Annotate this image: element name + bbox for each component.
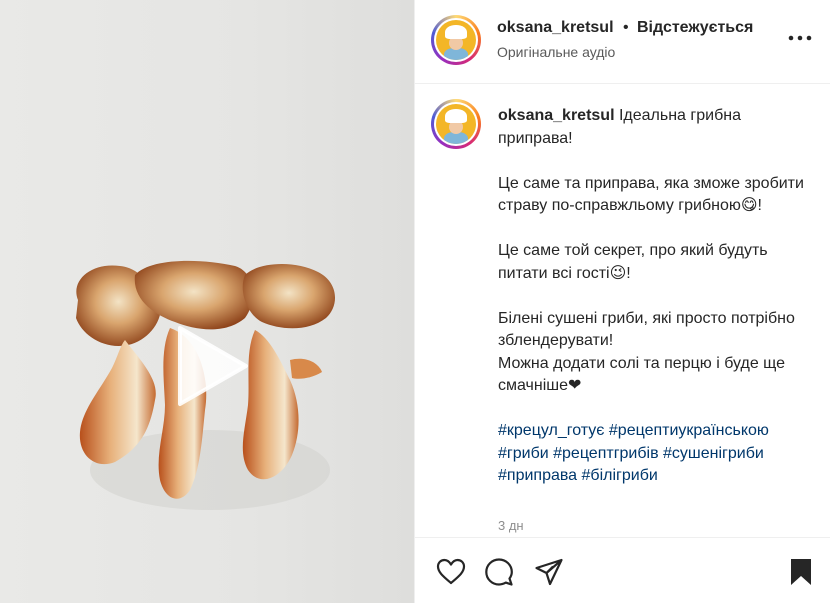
- caption-hashtags[interactable]: #крецул_готує #рецептиукраїнською #гриби…: [498, 420, 816, 488]
- caption-username[interactable]: oksana_kretsul: [498, 107, 615, 124]
- save-button[interactable]: [785, 556, 817, 588]
- post-media[interactable]: [0, 0, 414, 603]
- heart-icon: [436, 558, 466, 585]
- caption-paragraph-2: Це саме та приправа, яка зможе зробити с…: [498, 174, 804, 215]
- caption-paragraph-4a: Білені сушені гриби, які просто потрібно…: [498, 309, 795, 350]
- comment-button[interactable]: [483, 556, 515, 588]
- play-icon: [178, 326, 248, 406]
- separator-dot: •: [623, 19, 629, 36]
- comment-icon: [485, 558, 513, 586]
- avatar-image: [436, 104, 476, 144]
- share-icon: [535, 558, 563, 586]
- post-panel: oksana_kretsul • Відстежується Оригіналь…: [414, 0, 830, 603]
- share-button[interactable]: [533, 556, 565, 588]
- following-button[interactable]: Відстежується: [637, 19, 753, 37]
- play-button[interactable]: [160, 318, 256, 414]
- more-options-button[interactable]: [785, 26, 815, 50]
- author-avatar[interactable]: [431, 15, 481, 65]
- author-username[interactable]: oksana_kretsul: [497, 19, 614, 37]
- caption-paragraph-4b: Можна додати солі та перцю і буде ще сма…: [498, 354, 786, 395]
- post-caption: oksana_kretsul Ідеальна грибна приправа!…: [498, 105, 816, 488]
- action-bar: [415, 537, 830, 603]
- more-options-icon: [788, 35, 812, 41]
- caption-author-avatar[interactable]: [431, 99, 481, 149]
- like-button[interactable]: [435, 556, 467, 588]
- avatar-image: [436, 20, 476, 60]
- post-header: oksana_kretsul • Відстежується Оригіналь…: [415, 0, 830, 84]
- caption-paragraph-3: Це саме той секрет, про який будуть пита…: [498, 242, 768, 282]
- bookmark-icon: [791, 559, 811, 585]
- post-timestamp[interactable]: 3 дн: [498, 518, 524, 533]
- audio-link[interactable]: Оригінальне аудіо: [497, 44, 615, 60]
- dried-mushrooms-image: [76, 260, 336, 510]
